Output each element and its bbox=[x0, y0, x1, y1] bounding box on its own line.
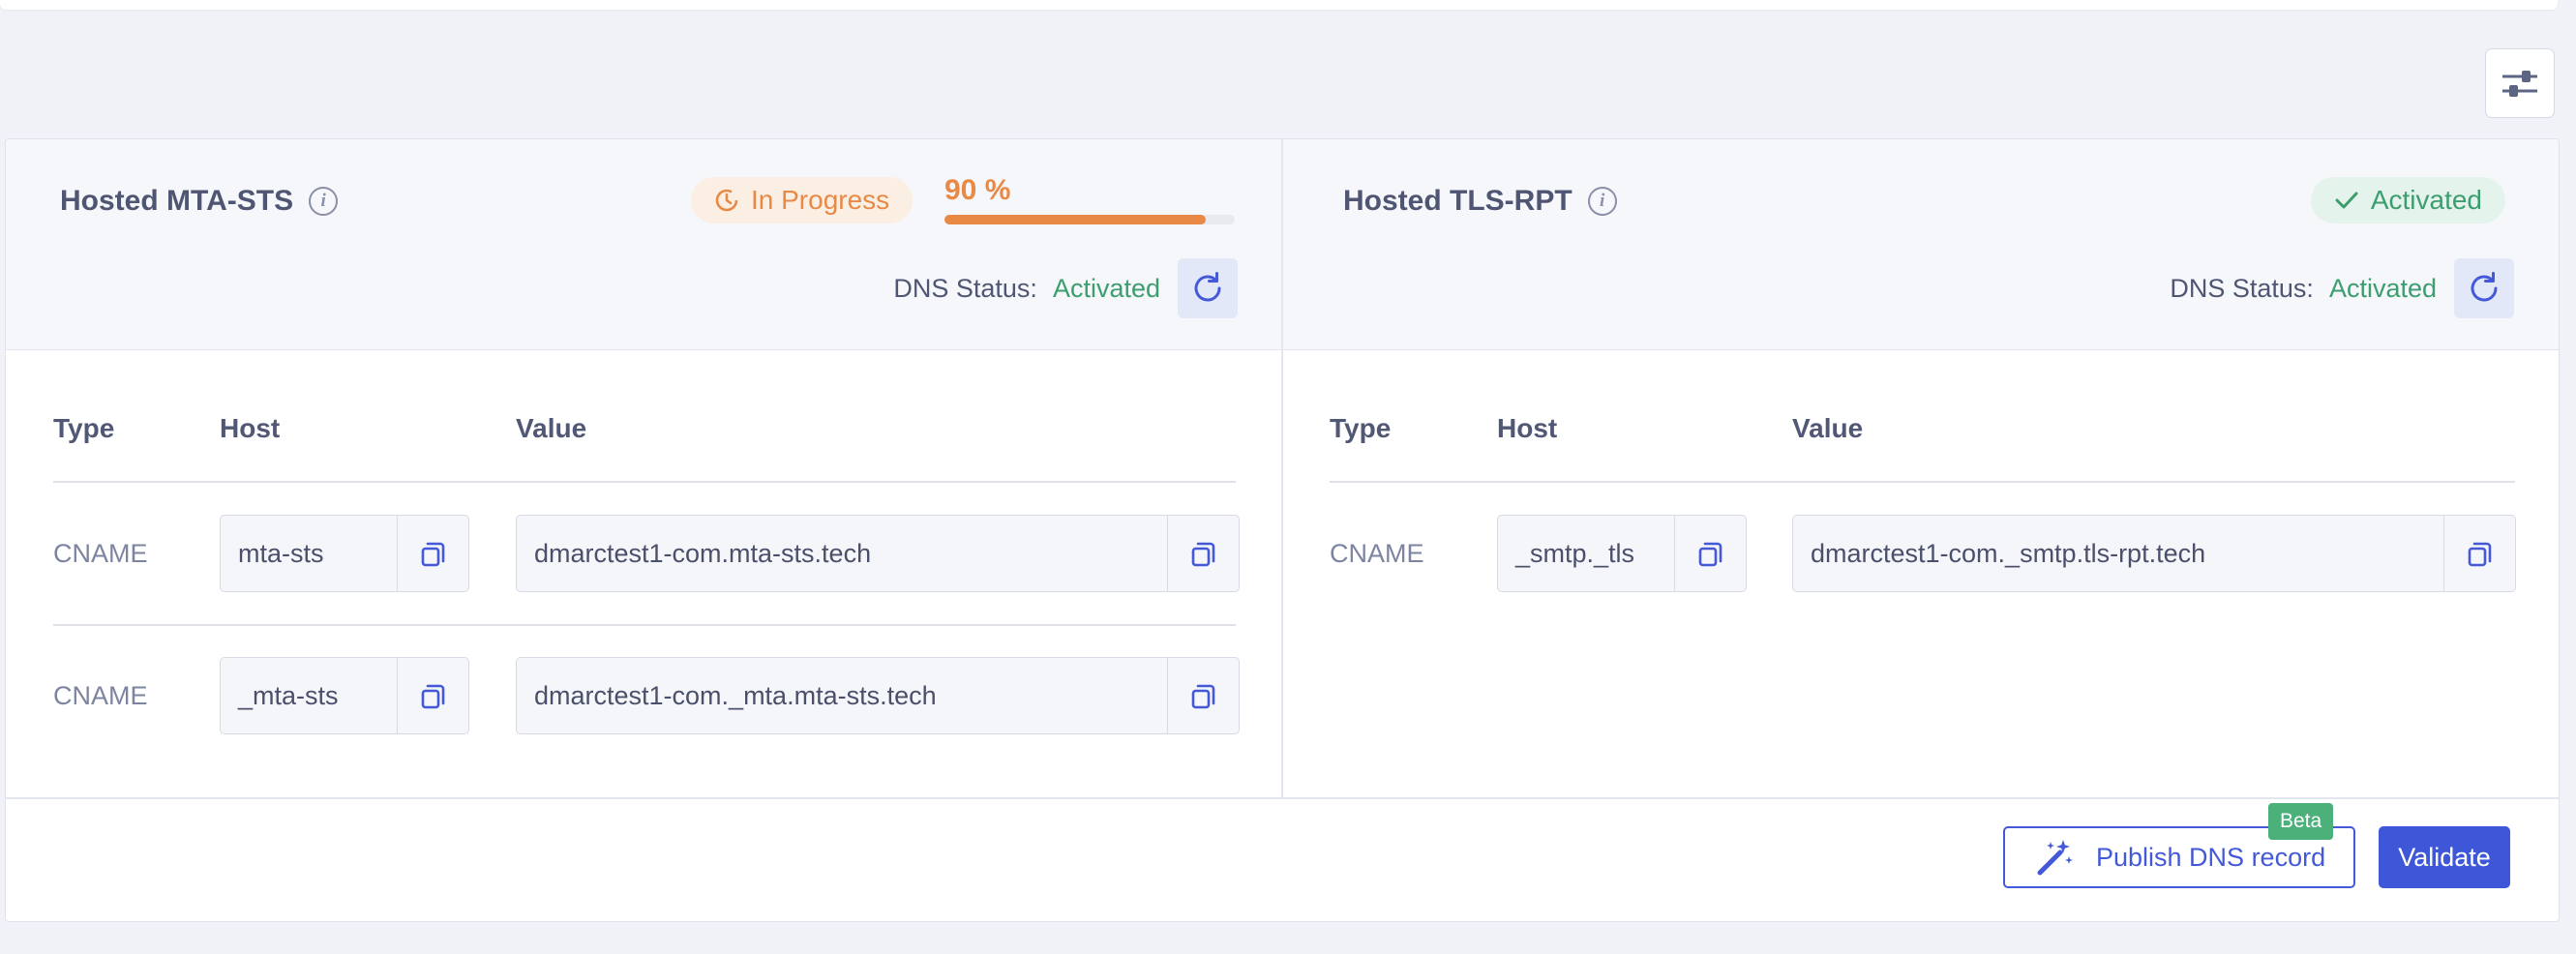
dns-setup-card: Hosted MTA-STS i In Progress 90 % DNS St… bbox=[5, 138, 2560, 922]
column-header-host: Host bbox=[1497, 413, 1558, 443]
host-value[interactable]: _smtp._tls bbox=[1498, 539, 1674, 569]
filter-settings-button[interactable] bbox=[2485, 48, 2555, 118]
sliders-icon bbox=[2502, 71, 2537, 97]
magic-wand-icon bbox=[2037, 840, 2073, 876]
tls-rpt-dns-status: DNS Status: Activated bbox=[2170, 258, 2514, 318]
mta-sts-title: Hosted MTA-STS bbox=[60, 185, 294, 217]
in-progress-badge: In Progress bbox=[691, 177, 914, 224]
top-bar bbox=[0, 0, 2558, 10]
tls-rpt-refresh-button[interactable] bbox=[2454, 258, 2514, 318]
dns-status-label: DNS Status: bbox=[893, 273, 1037, 303]
beta-badge: Beta bbox=[2268, 803, 2334, 840]
record-type: CNAME bbox=[53, 539, 148, 568]
progress-percent: 90 % bbox=[944, 174, 1011, 206]
publish-dns-record-label: Publish DNS record bbox=[2096, 842, 2326, 872]
clock-history-icon bbox=[715, 189, 738, 212]
refresh-icon bbox=[2471, 272, 2498, 302]
table-divider bbox=[53, 481, 1236, 483]
progress-bar bbox=[944, 215, 1235, 224]
copy-icon bbox=[1191, 684, 1214, 709]
value-field: dmarctest1-com._mta.mta-sts.tech bbox=[516, 657, 1240, 734]
mta-sts-dns-status: DNS Status: Activated bbox=[893, 258, 1238, 318]
tls-rpt-header: Hosted TLS-RPT i Activated DNS Status: A… bbox=[1283, 139, 2559, 350]
info-icon[interactable]: i bbox=[309, 187, 339, 216]
column-header-value: Value bbox=[1792, 413, 1864, 443]
progress-bar-fill bbox=[944, 215, 1206, 224]
copy-host-button[interactable] bbox=[1674, 516, 1746, 591]
record-value[interactable]: dmarctest1-com._smtp.tls-rpt.tech bbox=[1793, 539, 2443, 569]
footer-divider bbox=[6, 797, 2559, 799]
validate-button[interactable]: Validate bbox=[2379, 826, 2510, 888]
mta-sts-header: Hosted MTA-STS i In Progress 90 % DNS St… bbox=[6, 139, 1281, 350]
copy-host-button[interactable] bbox=[397, 516, 468, 591]
activated-label: Activated bbox=[2370, 185, 2482, 215]
panel-divider bbox=[1281, 139, 1283, 799]
activated-badge: Activated bbox=[2310, 177, 2505, 224]
value-field: dmarctest1-com.mta-sts.tech bbox=[516, 515, 1240, 592]
dns-status-label: DNS Status: bbox=[2170, 273, 2314, 303]
mta-sts-refresh-button[interactable] bbox=[1178, 258, 1238, 318]
mta-sts-title-row: Hosted MTA-STS i bbox=[60, 185, 339, 218]
column-header-type: Type bbox=[53, 413, 115, 443]
copy-icon bbox=[2468, 542, 2491, 567]
copy-value-button[interactable] bbox=[1167, 658, 1239, 733]
column-header-host: Host bbox=[220, 413, 281, 443]
copy-icon bbox=[421, 542, 444, 567]
host-field: mta-sts bbox=[220, 515, 469, 592]
dns-status-value: Activated bbox=[2328, 273, 2437, 303]
table-divider bbox=[1330, 481, 2515, 483]
row-divider bbox=[53, 624, 1236, 626]
copy-icon bbox=[1191, 542, 1214, 567]
copy-value-button[interactable] bbox=[2443, 516, 2515, 591]
host-field: _smtp._tls bbox=[1497, 515, 1747, 592]
host-value[interactable]: _mta-sts bbox=[221, 681, 397, 711]
column-header-type: Type bbox=[1330, 413, 1392, 443]
in-progress-label: In Progress bbox=[751, 185, 890, 215]
tls-rpt-title-row: Hosted TLS-RPT i bbox=[1343, 185, 1617, 218]
check-icon bbox=[2335, 192, 2358, 209]
record-value[interactable]: dmarctest1-com.mta-sts.tech bbox=[517, 539, 1167, 569]
column-header-value: Value bbox=[516, 413, 587, 443]
copy-host-button[interactable] bbox=[397, 658, 468, 733]
copy-value-button[interactable] bbox=[1167, 516, 1239, 591]
record-type: CNAME bbox=[53, 681, 148, 710]
tls-rpt-title: Hosted TLS-RPT bbox=[1343, 185, 1573, 217]
host-value[interactable]: mta-sts bbox=[221, 539, 397, 569]
copy-icon bbox=[421, 684, 444, 709]
record-type: CNAME bbox=[1330, 539, 1424, 568]
dns-status-value: Activated bbox=[1052, 273, 1160, 303]
refresh-icon bbox=[1194, 272, 1221, 302]
value-field: dmarctest1-com._smtp.tls-rpt.tech bbox=[1792, 515, 2516, 592]
copy-icon bbox=[1698, 542, 1722, 567]
host-field: _mta-sts bbox=[220, 657, 469, 734]
record-value[interactable]: dmarctest1-com._mta.mta-sts.tech bbox=[517, 681, 1167, 711]
info-icon[interactable]: i bbox=[1587, 187, 1617, 216]
